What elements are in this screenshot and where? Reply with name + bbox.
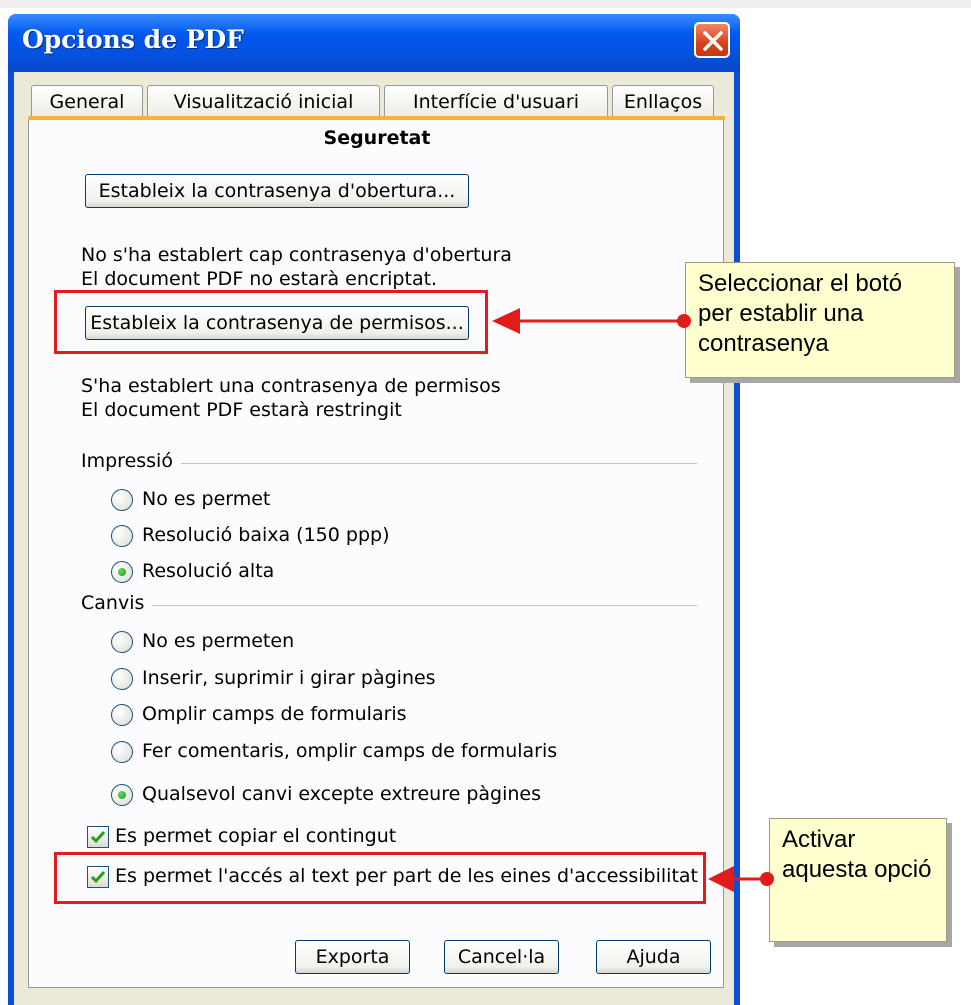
print-low-res-label[interactable]: Resolució baixa (150 ppp) bbox=[142, 524, 390, 546]
allow-copy-label[interactable]: Es permet copiar el contingut bbox=[115, 825, 396, 847]
set-password-callout: Seleccionar el botó per establir una con… bbox=[685, 262, 955, 378]
checkmark-icon bbox=[90, 831, 106, 844]
export-button[interactable]: Exporta bbox=[295, 940, 410, 974]
permission-password-status: S'ha establert una contrasenya de permis… bbox=[81, 375, 501, 397]
changes-none-label[interactable]: No es permeten bbox=[142, 630, 294, 652]
tab-initial-view[interactable]: Visualització inicial bbox=[147, 85, 380, 118]
changes-any-except-extract-label[interactable]: Qualsevol canvi excepte extreure pàgines bbox=[142, 783, 541, 805]
changes-fill-forms-label[interactable]: Omplir camps de formularis bbox=[142, 703, 407, 725]
tab-security-title[interactable]: Seguretat bbox=[29, 127, 725, 149]
print-low-res-radio[interactable] bbox=[111, 525, 133, 547]
open-password-status: No s'ha establert cap contrasenya d'ober… bbox=[81, 244, 512, 266]
tab-links[interactable]: Enllaços bbox=[612, 85, 714, 118]
enable-option-callout: Activar aquesta opció bbox=[769, 818, 947, 942]
changes-group-label: Canvis bbox=[81, 592, 153, 614]
radio-selected-dot bbox=[118, 568, 126, 576]
changes-insert-delete-rotate-label[interactable]: Inserir, suprimir i girar pàgines bbox=[142, 667, 436, 689]
radio-selected-dot bbox=[118, 791, 126, 799]
dialog-title: Opcions de PDF bbox=[22, 25, 244, 54]
changes-insert-delete-rotate-radio[interactable] bbox=[111, 668, 133, 690]
print-not-allowed-radio[interactable] bbox=[111, 489, 133, 511]
changes-none-radio[interactable] bbox=[111, 631, 133, 653]
tab-user-interface[interactable]: Interfície d'usuari bbox=[384, 85, 608, 118]
background-strip bbox=[0, 0, 971, 8]
tab-general[interactable]: General bbox=[31, 85, 143, 118]
set-password-callout-text: Seleccionar el botó per establir una con… bbox=[698, 270, 903, 357]
cancel-button[interactable]: Cancel·la bbox=[444, 940, 559, 974]
permission-button-highlight bbox=[54, 290, 488, 354]
title-bar[interactable]: Opcions de PDF bbox=[8, 14, 740, 72]
help-button[interactable]: Ajuda bbox=[596, 940, 711, 974]
accessibility-option-highlight bbox=[54, 852, 706, 904]
set-open-password-button[interactable]: Estableix la contrasenya d'obertura... bbox=[85, 174, 469, 208]
changes-any-except-extract-radio[interactable] bbox=[111, 784, 133, 806]
enable-option-callout-text: Activar aquesta opció bbox=[782, 826, 932, 883]
print-high-res-label[interactable]: Resolució alta bbox=[142, 560, 274, 582]
restriction-status: El document PDF estarà restringit bbox=[81, 399, 402, 421]
close-icon bbox=[703, 31, 723, 51]
print-not-allowed-label[interactable]: No es permet bbox=[142, 488, 270, 510]
print-high-res-radio[interactable] bbox=[111, 561, 133, 583]
changes-comments-forms-label[interactable]: Fer comentaris, omplir camps de formular… bbox=[142, 740, 557, 762]
changes-fill-forms-radio[interactable] bbox=[111, 704, 133, 726]
printing-group-label: Impressió bbox=[81, 450, 181, 472]
active-tab-highlight bbox=[28, 116, 725, 120]
changes-comments-forms-radio[interactable] bbox=[111, 741, 133, 763]
changes-group-line bbox=[81, 605, 697, 606]
encryption-status: El document PDF no estarà encriptat. bbox=[81, 268, 438, 290]
allow-copy-checkbox[interactable] bbox=[87, 826, 109, 848]
close-button[interactable] bbox=[694, 22, 730, 58]
